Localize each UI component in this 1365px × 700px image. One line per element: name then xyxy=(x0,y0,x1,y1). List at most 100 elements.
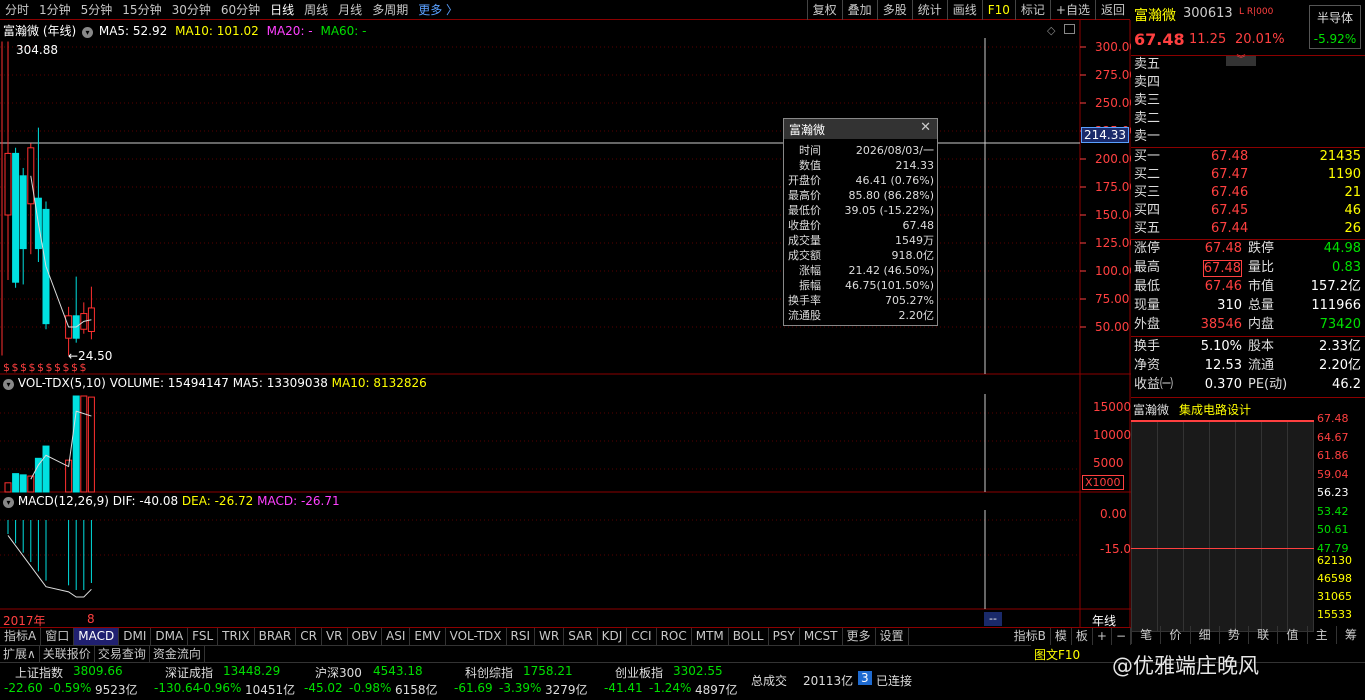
quote-tab[interactable]: 价 xyxy=(1160,626,1189,644)
indicator-tab[interactable]: VR xyxy=(322,628,348,645)
close-icon[interactable]: ✕ xyxy=(920,120,931,135)
indicator-tab[interactable]: MACD xyxy=(74,628,120,645)
bid-volume: 46 xyxy=(1344,203,1361,218)
f10-info-link[interactable]: 图文F10 xyxy=(1034,646,1080,663)
last-price: 67.48 xyxy=(1134,30,1185,49)
extension-tab[interactable]: 资金流向 xyxy=(150,646,205,662)
indicator-tab-right[interactable]: − xyxy=(1112,628,1131,645)
indicator-tab[interactable]: 更多 xyxy=(843,628,876,645)
indicator-tab[interactable]: VOL-TDX xyxy=(446,628,507,645)
toolbar-button[interactable]: 复权 xyxy=(806,0,842,20)
indicator-tab[interactable]: RSI xyxy=(507,628,536,645)
volume-header: ▾ VOL-TDX(5,10) VOLUME: 15494147 MA5: 13… xyxy=(3,376,427,390)
indicator-tab[interactable]: DMA xyxy=(151,628,189,645)
indicator-tab[interactable]: CCI xyxy=(627,628,657,645)
quote-tab[interactable]: 主 xyxy=(1306,626,1336,644)
indicator-tab[interactable]: PSY xyxy=(769,628,800,645)
indicator-tab[interactable]: BOLL xyxy=(729,628,769,645)
indicator-tab[interactable]: BRAR xyxy=(255,628,297,645)
index-amount: 4897亿 xyxy=(695,683,738,697)
indicator-tab-right[interactable]: + xyxy=(1093,628,1112,645)
indicator-tab[interactable]: ROC xyxy=(657,628,692,645)
indicator-tab[interactable]: FSL xyxy=(188,628,219,645)
indicator-tab[interactable]: 指标A xyxy=(0,628,42,645)
bid-level[interactable]: 买三 67.46 21 xyxy=(1131,184,1365,202)
tooltip-key: 最低价 xyxy=(788,204,821,217)
mini-intraday-chart[interactable]: 富瀚微 集成电路设计 67.48 64.67 61.86 59.04 56.23 53.42 5… xyxy=(1131,398,1365,638)
toolbar-button[interactable]: +自选 xyxy=(1049,0,1095,20)
index-change: -130.64 xyxy=(154,681,201,695)
indicator-tab-right[interactable]: 模 xyxy=(1051,628,1072,645)
quote-tab[interactable]: 筹 xyxy=(1335,626,1365,644)
quote-row: 最高 67.48 量比 0.83 xyxy=(1131,259,1365,277)
bid-volume: 21435 xyxy=(1319,149,1361,164)
indicator-tab[interactable]: EMV xyxy=(410,628,446,645)
indicator-tab[interactable]: OBV xyxy=(348,628,383,645)
indicator-tab-right[interactable]: 板 xyxy=(1072,628,1093,645)
index-pct: -0.98% xyxy=(349,681,392,695)
indicator-tab[interactable]: MTM xyxy=(692,628,729,645)
period-tab[interactable]: 多周期 xyxy=(367,0,413,20)
watermark-text: @优雅端庄晚风 xyxy=(1112,654,1259,678)
extension-tab[interactable]: 交易查询 xyxy=(95,646,150,662)
quote-tab[interactable]: 细 xyxy=(1189,626,1219,644)
kline-chart[interactable] xyxy=(0,20,1131,627)
fund-label: 换手 xyxy=(1134,339,1161,354)
bid-label: 买二 xyxy=(1134,167,1161,182)
macd-header: ▾ MACD(12,26,9) DIF: -40.08 DEA: -26.72 … xyxy=(3,494,340,508)
price-change-pct: 20.01% xyxy=(1235,32,1285,47)
quote-tab[interactable]: 笔 xyxy=(1131,626,1160,644)
indicator-tab[interactable]: SAR xyxy=(564,628,598,645)
index-name[interactable]: 沪深300 xyxy=(315,664,362,681)
period-tab[interactable]: 1分钟 xyxy=(34,0,76,20)
index-name[interactable]: 科创综指 xyxy=(465,664,513,681)
index-name[interactable]: 创业板指 xyxy=(615,664,663,681)
more-periods-link[interactable]: 更多 〉 xyxy=(413,0,463,20)
toolbar-button[interactable]: 返回 xyxy=(1094,0,1130,20)
quote-tab[interactable]: 势 xyxy=(1218,626,1248,644)
period-tab[interactable]: 周线 xyxy=(299,0,333,20)
index-name[interactable]: 上证指数 xyxy=(15,664,63,681)
indicator-tab-right[interactable]: 指标B xyxy=(1010,628,1051,645)
bid-level[interactable]: 买四 67.45 46 xyxy=(1131,202,1365,220)
toolbar-button[interactable]: F10 xyxy=(981,0,1015,20)
tooltip-key: 数值 xyxy=(799,159,821,172)
bid-level[interactable]: 买五 67.44 26 xyxy=(1131,220,1365,238)
tooltip-row: 最低价 39.05 (-15.22%) xyxy=(784,203,937,218)
indicator-tab[interactable]: 窗口 xyxy=(41,628,75,645)
volume-bar xyxy=(19,474,27,493)
tooltip-value: 2026/08/03/一 xyxy=(855,144,934,157)
period-tab[interactable]: 月线 xyxy=(333,0,367,20)
extension-tab[interactable]: 扩展∧ xyxy=(0,646,40,662)
period-tab[interactable]: 日线 xyxy=(265,0,299,20)
index-name[interactable]: 深证成指 xyxy=(165,664,213,681)
indicator-tab[interactable]: WR xyxy=(535,628,565,645)
period-tab[interactable]: 15分钟 xyxy=(117,0,166,20)
indicator-tab[interactable]: TRIX xyxy=(218,628,255,645)
period-tab[interactable]: 分时 xyxy=(0,0,34,20)
indicator-tab[interactable]: DMI xyxy=(119,628,152,645)
extension-tab[interactable]: 关联报价 xyxy=(40,646,95,662)
indicator-tab[interactable]: ASI xyxy=(382,628,411,645)
indicator-tab[interactable]: KDJ xyxy=(598,628,628,645)
indicator-tab[interactable]: CR xyxy=(296,628,322,645)
quote-tab[interactable]: 联 xyxy=(1248,626,1277,644)
sector-box[interactable]: 半导体 -5.92% xyxy=(1309,5,1361,49)
toolbar-button[interactable]: 统计 xyxy=(911,0,947,20)
toolbar-button[interactable]: 多股 xyxy=(876,0,912,20)
indicator-tab[interactable]: 设置 xyxy=(876,628,909,645)
index-amount: 6158亿 xyxy=(395,683,438,697)
period-tab[interactable]: 60分钟 xyxy=(216,0,265,20)
quote-tab[interactable]: 值 xyxy=(1277,626,1306,644)
bid-level[interactable]: 买二 67.47 1190 xyxy=(1131,166,1365,184)
period-tab[interactable]: 30分钟 xyxy=(167,0,216,20)
mini-gridline xyxy=(1209,420,1210,632)
bid-level[interactable]: 买一 67.48 21435 xyxy=(1131,148,1365,166)
collapse-icon[interactable]: ▾ xyxy=(3,379,14,390)
period-tab[interactable]: 5分钟 xyxy=(76,0,118,20)
indicator-tab[interactable]: MCST xyxy=(800,628,843,645)
collapse-icon[interactable]: ▾ xyxy=(3,497,14,508)
toolbar-button[interactable]: 画线 xyxy=(946,0,982,20)
toolbar-button[interactable]: 标记 xyxy=(1014,0,1050,20)
toolbar-button[interactable]: 叠加 xyxy=(841,0,877,20)
